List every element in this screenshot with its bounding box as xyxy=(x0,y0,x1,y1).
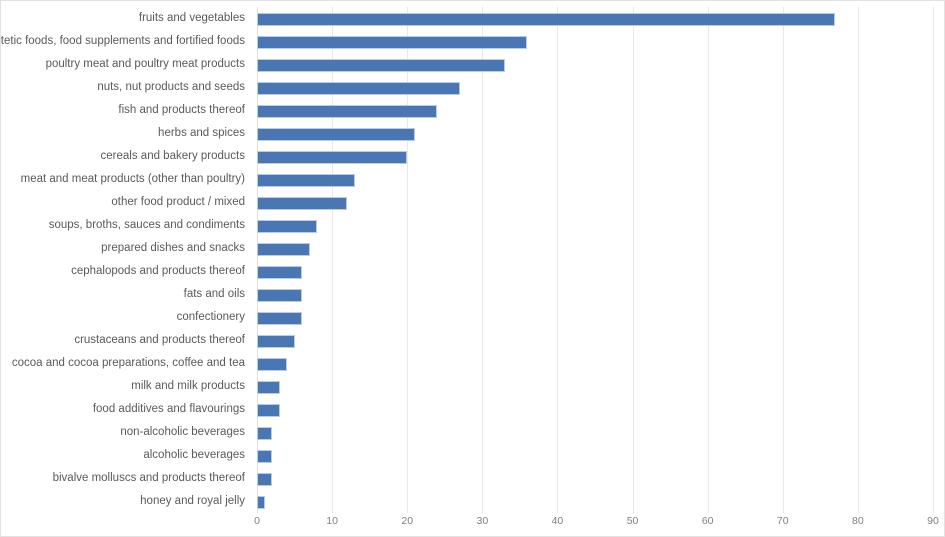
bar-row xyxy=(257,421,933,444)
bar[interactable] xyxy=(257,197,348,210)
category-label: poultry meat and poultry meat products xyxy=(45,58,245,70)
x-tick-label-50: 50 xyxy=(626,515,639,527)
category-label: food additives and flavourings xyxy=(92,403,245,415)
bar-row xyxy=(257,168,933,191)
gridline-90 xyxy=(933,7,934,513)
bar[interactable] xyxy=(257,266,303,279)
plot-area xyxy=(257,7,934,513)
category-label: fish and products thereof xyxy=(118,104,245,116)
category-label: cephalopods and products thereof xyxy=(71,265,245,277)
x-tick-label-10: 10 xyxy=(326,515,338,527)
category-label: cocoa and cocoa preparations, coffee and… xyxy=(11,357,245,369)
bar-row xyxy=(257,76,933,99)
category-label: fats and oils xyxy=(183,288,245,300)
bar-row xyxy=(257,490,933,513)
bar-row xyxy=(257,7,933,30)
bar-row xyxy=(257,444,933,467)
bar[interactable] xyxy=(257,243,310,256)
bar[interactable] xyxy=(257,174,355,187)
bar[interactable] xyxy=(257,220,318,233)
bar[interactable] xyxy=(257,59,505,72)
bar[interactable] xyxy=(257,36,528,49)
category-label: dietetic foods, food supplements and for… xyxy=(0,35,245,47)
bar[interactable] xyxy=(257,151,408,164)
bar[interactable] xyxy=(257,496,265,509)
bar[interactable] xyxy=(257,335,295,348)
category-label: non-alcoholic beverages xyxy=(120,426,245,438)
bar-row xyxy=(257,352,933,375)
bar[interactable] xyxy=(257,82,460,95)
bar-row xyxy=(257,237,933,260)
category-label: herbs and spices xyxy=(158,127,245,139)
category-label: bivalve molluscs and products thereof xyxy=(52,472,245,484)
bar[interactable] xyxy=(257,404,280,417)
category-label: honey and royal jelly xyxy=(140,495,245,507)
bar-row xyxy=(257,329,933,352)
category-label: fruits and vegetables xyxy=(138,12,245,24)
bar-row xyxy=(257,99,933,122)
bar-rows xyxy=(257,7,933,513)
bar[interactable] xyxy=(257,105,438,118)
category-label: meat and meat products (other than poult… xyxy=(20,173,245,185)
bar[interactable] xyxy=(257,450,273,463)
category-label: milk and milk products xyxy=(131,380,245,392)
value-axis: 0 10 20 30 40 50 60 70 80 90 xyxy=(254,513,939,533)
bar-chart: fruits and vegetables dietetic foods, foo… xyxy=(0,0,945,537)
bar-row xyxy=(257,53,933,76)
category-label: other food product / mixed xyxy=(111,196,245,208)
bar-row xyxy=(257,30,933,53)
bar-row xyxy=(257,122,933,145)
bar[interactable] xyxy=(257,427,273,440)
bar-row xyxy=(257,398,933,421)
category-axis-labels: fruits and vegetables dietetic foods, foo… xyxy=(1,7,251,513)
x-tick-label-90: 90 xyxy=(927,515,939,527)
category-label: crustaceans and products thereof xyxy=(74,334,245,346)
bar-row xyxy=(257,145,933,168)
bar-row xyxy=(257,467,933,490)
category-label: nuts, nut products and seeds xyxy=(97,81,245,93)
bar[interactable] xyxy=(257,289,303,302)
bar-row xyxy=(257,191,933,214)
bar[interactable] xyxy=(257,358,288,371)
bar-row xyxy=(257,375,933,398)
category-label: confectionery xyxy=(176,311,245,323)
x-tick-label-30: 30 xyxy=(476,515,489,527)
x-tick-label-0: 0 xyxy=(254,515,260,527)
category-label: alcoholic beverages xyxy=(143,449,245,461)
x-tick-label-40: 40 xyxy=(551,515,564,527)
bar[interactable] xyxy=(257,13,836,26)
x-tick-label-70: 70 xyxy=(776,515,789,527)
bar[interactable] xyxy=(257,128,415,141)
category-label: soups, broths, sauces and condiments xyxy=(48,219,245,231)
bar-row xyxy=(257,214,933,237)
bar-row xyxy=(257,260,933,283)
bar[interactable] xyxy=(257,381,280,394)
bar[interactable] xyxy=(257,473,273,486)
category-label: cereals and bakery products xyxy=(100,150,245,162)
x-tick-label-80: 80 xyxy=(852,515,864,527)
x-tick-label-20: 20 xyxy=(401,515,414,527)
category-label: prepared dishes and snacks xyxy=(101,242,245,254)
bar-row xyxy=(257,306,933,329)
bar-row xyxy=(257,283,933,306)
bar[interactable] xyxy=(257,312,303,325)
x-tick-label-60: 60 xyxy=(701,515,714,527)
